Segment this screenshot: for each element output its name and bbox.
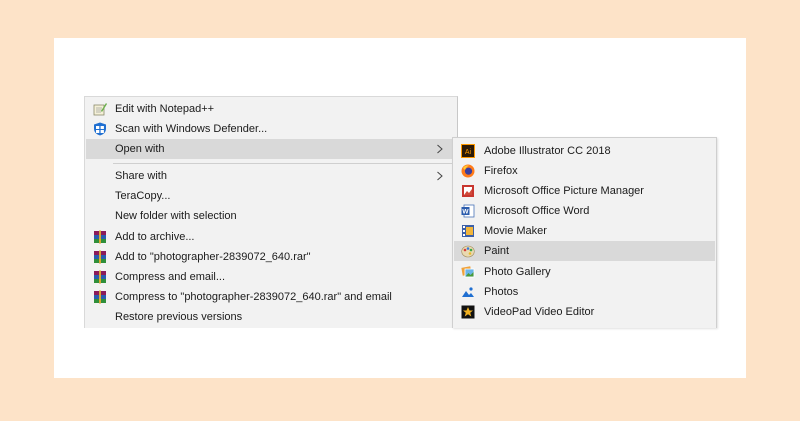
notepadpp-icon [93, 103, 107, 116]
submenu-item-label: Paint [484, 245, 510, 257]
svg-text:W: W [462, 209, 469, 216]
word-icon: W [461, 204, 475, 218]
submenu-item-label: Microsoft Office Picture Manager [484, 185, 644, 197]
paint-icon [461, 245, 475, 258]
context-menu: Edit with Notepad++ Scan with Windows De… [84, 96, 458, 328]
menu-item-label: New folder with selection [115, 210, 237, 222]
open-with-submenu: Ai Adobe Illustrator CC 2018 Firefox Mic… [452, 137, 717, 328]
picture-manager-icon [462, 185, 474, 197]
submenu-item-label: Photo Gallery [484, 266, 551, 278]
submenu-item-paint[interactable]: Paint [454, 241, 715, 261]
submenu-item-photos[interactable]: Photos [454, 282, 715, 302]
photos-icon [462, 287, 474, 297]
submenu-item-picture-manager[interactable]: Microsoft Office Picture Manager [454, 181, 715, 201]
menu-item-label: Open with [115, 143, 165, 155]
winrar-icon [94, 290, 106, 304]
windows-defender-icon [94, 122, 106, 136]
submenu-item-label: VideoPad Video Editor [484, 306, 595, 318]
chevron-right-icon [437, 171, 443, 181]
submenu-item-word[interactable]: W Microsoft Office Word [454, 201, 715, 221]
submenu-item-firefox[interactable]: Firefox [454, 161, 715, 181]
winrar-icon [94, 230, 106, 244]
menu-item-edit-with-notepadpp[interactable]: Edit with Notepad++ [86, 99, 456, 119]
submenu-item-photo-gallery[interactable]: Photo Gallery [454, 262, 715, 282]
submenu-item-videopad[interactable]: VideoPad Video Editor [454, 302, 715, 322]
menu-item-open-with[interactable]: Open with [86, 139, 456, 159]
menu-item-label: Compress to "photographer-2839072_640.ra… [115, 291, 392, 303]
adobe-illustrator-icon: Ai [461, 144, 475, 158]
menu-separator [113, 163, 455, 164]
menu-item-teracopy[interactable]: TeraCopy... [86, 186, 456, 206]
movie-maker-icon [462, 225, 474, 237]
menu-item-label: TeraCopy... [115, 190, 171, 202]
winrar-icon [94, 250, 106, 264]
menu-item-compress-and-email[interactable]: Compress and email... [86, 267, 456, 287]
submenu-item-label: Photos [484, 286, 519, 298]
menu-item-scan-with-windows-defender[interactable]: Scan with Windows Defender... [86, 119, 456, 139]
menu-item-label: Share with [115, 170, 167, 182]
menu-item-label: Restore previous versions [115, 311, 243, 323]
videopad-icon [461, 305, 475, 319]
submenu-item-label: Movie Maker [484, 225, 547, 237]
menu-item-restore-previous-versions[interactable]: Restore previous versions [86, 307, 456, 327]
menu-item-new-folder-with-selection[interactable]: New folder with selection [86, 206, 456, 226]
firefox-icon [461, 164, 475, 178]
submenu-item-adobe-illustrator[interactable]: Ai Adobe Illustrator CC 2018 [454, 141, 715, 161]
menu-item-share-with[interactable]: Share with [86, 166, 456, 186]
submenu-item-movie-maker[interactable]: Movie Maker [454, 221, 715, 241]
menu-item-label: Scan with Windows Defender... [115, 123, 268, 135]
chevron-right-icon [437, 144, 443, 154]
submenu-item-label: Firefox [484, 165, 518, 177]
menu-item-compress-to-rar-and-email[interactable]: Compress to "photographer-2839072_640.ra… [86, 287, 456, 307]
photo-gallery-icon [461, 266, 475, 278]
submenu-item-label: Microsoft Office Word [484, 205, 590, 217]
menu-item-add-to-rar[interactable]: Add to "photographer-2839072_640.rar" [86, 247, 456, 267]
menu-item-label: Add to archive... [115, 231, 195, 243]
menu-item-label: Edit with Notepad++ [115, 103, 215, 115]
menu-item-label: Compress and email... [115, 271, 226, 283]
menu-item-label: Add to "photographer-2839072_640.rar" [115, 251, 311, 263]
submenu-item-label: Adobe Illustrator CC 2018 [484, 145, 611, 157]
winrar-icon [94, 270, 106, 284]
svg-text:Ai: Ai [465, 149, 472, 156]
menu-item-add-to-archive[interactable]: Add to archive... [86, 227, 456, 247]
